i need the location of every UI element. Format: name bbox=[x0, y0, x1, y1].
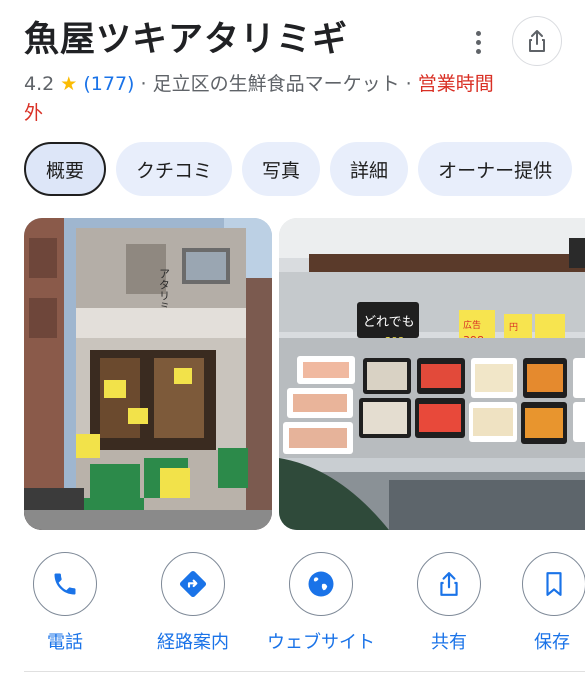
save-label: 保存 bbox=[534, 632, 570, 653]
call-label: 電話 bbox=[47, 632, 83, 653]
call-action[interactable]: 電話 bbox=[10, 552, 120, 654]
action-bar: 電話 経路案内 ウェブサイト 共有 保存 bbox=[0, 552, 585, 662]
website-label: ウェブサイト bbox=[267, 632, 375, 653]
more-dot-icon bbox=[475, 48, 481, 54]
tab-overview[interactable]: 概要 bbox=[24, 142, 107, 196]
star-icon: ★ bbox=[60, 73, 78, 95]
more-options-button[interactable] bbox=[466, 26, 490, 58]
more-dot-icon bbox=[475, 30, 481, 36]
fish-display-photo[interactable]: どれでも 298 広告 398 円 bbox=[279, 218, 585, 530]
call-button[interactable] bbox=[33, 552, 97, 616]
tab-details[interactable]: 詳細 bbox=[330, 142, 409, 196]
tab-photos[interactable]: 写真 bbox=[242, 142, 321, 196]
section-divider bbox=[24, 671, 585, 672]
price-tag-label: 広告 bbox=[463, 319, 481, 331]
website-button[interactable] bbox=[289, 552, 353, 616]
share-label: 共有 bbox=[431, 632, 467, 653]
globe-icon bbox=[308, 571, 334, 597]
tab-reviews[interactable]: クチコミ bbox=[116, 142, 233, 196]
more-dot-icon bbox=[475, 39, 481, 45]
directions-button[interactable] bbox=[161, 552, 225, 616]
review-count-link[interactable]: (177) bbox=[83, 73, 134, 95]
meta-separator: · bbox=[140, 73, 147, 95]
tab-bar: 概要 クチコミ 写真 詳細 オーナー提供 bbox=[24, 142, 573, 196]
place-category: 足立区の生鮮食品マーケット bbox=[152, 73, 400, 95]
website-action[interactable]: ウェブサイト bbox=[266, 552, 376, 654]
directions-icon bbox=[179, 570, 207, 598]
shelf-sign: どれでも bbox=[363, 315, 415, 330]
tab-owner-provided[interactable]: オーナー提供 bbox=[418, 142, 573, 196]
place-meta: 4.2 ★ (177) · 足立区の生鮮食品マーケット · 営業時間外 bbox=[24, 70, 494, 128]
rating-value: 4.2 bbox=[24, 73, 55, 95]
share-icon bbox=[529, 30, 545, 52]
bookmark-icon bbox=[546, 572, 562, 596]
share-action[interactable]: 共有 bbox=[394, 552, 504, 654]
storefront-photo[interactable]: アタリミギ bbox=[24, 218, 272, 530]
price-tag-yen: 円 bbox=[509, 322, 518, 333]
phone-icon bbox=[54, 573, 76, 595]
meta-separator: · bbox=[405, 73, 412, 95]
share-icon bbox=[440, 572, 458, 596]
directions-label: 経路案内 bbox=[157, 632, 229, 653]
photo-carousel[interactable]: アタリミギ どれでも 広告 円 bbox=[24, 218, 585, 530]
save-button[interactable] bbox=[522, 552, 585, 616]
share-header-button[interactable] bbox=[512, 16, 562, 66]
share-button[interactable] bbox=[417, 552, 481, 616]
save-action[interactable]: 保存 bbox=[522, 552, 585, 654]
directions-action[interactable]: 経路案内 bbox=[138, 552, 248, 654]
